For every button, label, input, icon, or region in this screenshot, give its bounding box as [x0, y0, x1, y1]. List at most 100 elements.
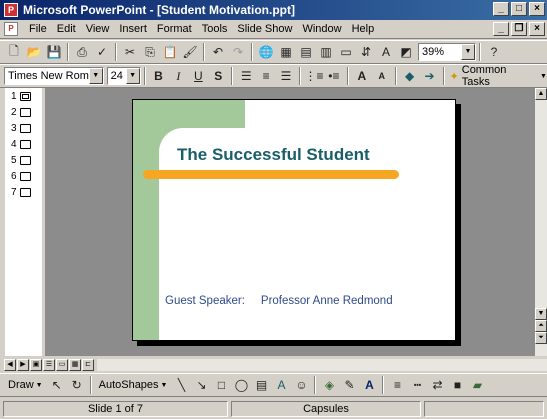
- menu-view[interactable]: View: [81, 23, 115, 35]
- doc-close-button[interactable]: ×: [529, 22, 545, 36]
- bullets-icon[interactable]: •≡: [324, 66, 344, 86]
- outline-slide-2[interactable]: 2: [11, 107, 31, 118]
- select-pointer-icon[interactable]: ↖: [47, 375, 67, 395]
- numbering-icon[interactable]: ⋮≡: [304, 66, 324, 86]
- slide-work-area[interactable]: The Successful Student Guest Speaker: Pro…: [45, 88, 535, 356]
- menu-insert[interactable]: Insert: [114, 23, 152, 35]
- text-box-icon[interactable]: ▤: [251, 375, 271, 395]
- outline-slide-6[interactable]: 6: [11, 171, 31, 182]
- outline-slide-5[interactable]: 5: [11, 155, 31, 166]
- tables-borders-icon[interactable]: ▦: [276, 42, 296, 62]
- chevron-down-icon[interactable]: ▼: [125, 68, 140, 84]
- font-color-icon[interactable]: A: [359, 375, 379, 395]
- line-icon[interactable]: ╲: [171, 375, 191, 395]
- center-icon[interactable]: ≡: [256, 66, 276, 86]
- underline-icon[interactable]: U: [188, 66, 208, 86]
- help-icon[interactable]: ?: [484, 42, 504, 62]
- insert-chart-icon[interactable]: ▥: [316, 42, 336, 62]
- draw-menu-button[interactable]: Draw ▼: [4, 379, 47, 391]
- doc-minimize-button[interactable]: _: [493, 22, 509, 36]
- dash-style-icon[interactable]: ┅: [407, 375, 427, 395]
- scroll-left-icon[interactable]: ◀: [4, 359, 16, 371]
- rectangle-icon[interactable]: □: [211, 375, 231, 395]
- 3d-icon[interactable]: ▰: [467, 375, 487, 395]
- arrow-icon[interactable]: ↘: [191, 375, 211, 395]
- zoom-select[interactable]: 39% ▼: [418, 43, 476, 61]
- outline-slide-3[interactable]: 3: [11, 123, 31, 134]
- print-icon[interactable]: ⎙: [72, 42, 92, 62]
- powerpoint-app-icon[interactable]: P: [4, 3, 18, 17]
- outline-slide-7[interactable]: 7: [11, 187, 31, 198]
- spelling-icon[interactable]: ✓: [92, 42, 112, 62]
- align-right-icon[interactable]: ☰: [276, 66, 296, 86]
- free-rotate-icon[interactable]: ↻: [67, 375, 87, 395]
- speaker-line[interactable]: Guest Speaker: Professor Anne Redmond: [165, 295, 393, 307]
- scroll-right-icon[interactable]: ▶: [17, 359, 29, 371]
- show-formatting-icon[interactable]: A: [376, 42, 396, 62]
- fill-color-icon[interactable]: ◈: [319, 375, 339, 395]
- menu-format[interactable]: Format: [152, 23, 197, 35]
- undo-icon[interactable]: ↶: [208, 42, 228, 62]
- increase-font-icon[interactable]: A: [352, 66, 372, 86]
- chevron-down-icon[interactable]: ▼: [461, 44, 475, 60]
- arrow-style-icon[interactable]: ⇄: [427, 375, 447, 395]
- new-icon[interactable]: 🗋: [4, 42, 24, 62]
- save-icon[interactable]: 💾: [44, 42, 64, 62]
- scroll-up-icon[interactable]: ▲: [535, 88, 547, 100]
- decrease-font-icon[interactable]: A: [372, 66, 392, 86]
- scroll-down-icon[interactable]: ▼: [535, 308, 547, 320]
- wordart-icon[interactable]: A: [271, 375, 291, 395]
- expand-all-icon[interactable]: ⇵: [356, 42, 376, 62]
- slide-title[interactable]: The Successful Student: [177, 145, 370, 165]
- hyperlink-icon[interactable]: 🌐: [256, 42, 276, 62]
- copy-icon[interactable]: ⎘: [140, 42, 160, 62]
- normal-view-icon[interactable]: ▣: [30, 359, 42, 371]
- outline-slide-1[interactable]: 1: [11, 91, 31, 102]
- paste-icon[interactable]: 📋: [160, 42, 180, 62]
- menu-file[interactable]: File: [24, 23, 52, 35]
- cut-icon[interactable]: ✂: [120, 42, 140, 62]
- open-icon[interactable]: 📂: [24, 42, 44, 62]
- chevron-down-icon[interactable]: ▼: [88, 68, 103, 84]
- autoshapes-button[interactable]: AutoShapes ▼: [95, 379, 172, 391]
- new-slide-icon[interactable]: ▭: [336, 42, 356, 62]
- document-icon[interactable]: P: [4, 22, 18, 36]
- minimize-button[interactable]: _: [493, 2, 509, 16]
- menu-slide-show[interactable]: Slide Show: [232, 23, 297, 35]
- font-select[interactable]: Times New Roman ▼: [4, 67, 104, 85]
- slide-show-icon[interactable]: ⊏: [82, 359, 94, 371]
- oval-icon[interactable]: ◯: [231, 375, 251, 395]
- line-color-icon[interactable]: ✎: [339, 375, 359, 395]
- shadow-icon[interactable]: S: [208, 66, 228, 86]
- menu-help[interactable]: Help: [347, 23, 380, 35]
- format-painter-icon[interactable]: 🖌: [180, 42, 200, 62]
- outline-slide-4[interactable]: 4: [11, 139, 31, 150]
- clip-art-icon[interactable]: ☺: [291, 375, 311, 395]
- outline-pane[interactable]: 1 2 3 4 5 6 7: [5, 88, 42, 356]
- grayscale-preview-icon[interactable]: ◩: [396, 42, 416, 62]
- slide-view-icon[interactable]: ▭: [56, 359, 68, 371]
- bold-icon[interactable]: B: [149, 66, 169, 86]
- doc-restore-button[interactable]: ❐: [511, 22, 527, 36]
- next-slide-icon[interactable]: ⏷: [535, 332, 547, 344]
- menu-window[interactable]: Window: [297, 23, 346, 35]
- shadow-icon[interactable]: ■: [447, 375, 467, 395]
- promote-icon[interactable]: ◆: [400, 66, 420, 86]
- font-size-select[interactable]: 24 ▼: [106, 67, 141, 85]
- align-left-icon[interactable]: ☰: [236, 66, 256, 86]
- close-button[interactable]: ×: [529, 2, 545, 16]
- insert-table-icon[interactable]: ▤: [296, 42, 316, 62]
- vertical-scrollbar[interactable]: ▲ ▼ ⏶ ⏷: [535, 88, 547, 356]
- common-tasks-button[interactable]: ✦ Common Tasks ▼: [450, 64, 547, 88]
- demote-icon[interactable]: ➔: [420, 66, 440, 86]
- slide-canvas[interactable]: The Successful Student Guest Speaker: Pro…: [132, 99, 456, 341]
- maximize-button[interactable]: □: [511, 2, 527, 16]
- line-style-icon[interactable]: ≡: [387, 375, 407, 395]
- outline-view-icon[interactable]: ☰: [43, 359, 55, 371]
- menu-tools[interactable]: Tools: [197, 23, 233, 35]
- menu-edit[interactable]: Edit: [52, 23, 81, 35]
- horizontal-scrollbar[interactable]: [97, 359, 547, 371]
- slide-sorter-icon[interactable]: ▦: [69, 359, 81, 371]
- previous-slide-icon[interactable]: ⏶: [535, 320, 547, 332]
- redo-icon[interactable]: ↷: [228, 42, 248, 62]
